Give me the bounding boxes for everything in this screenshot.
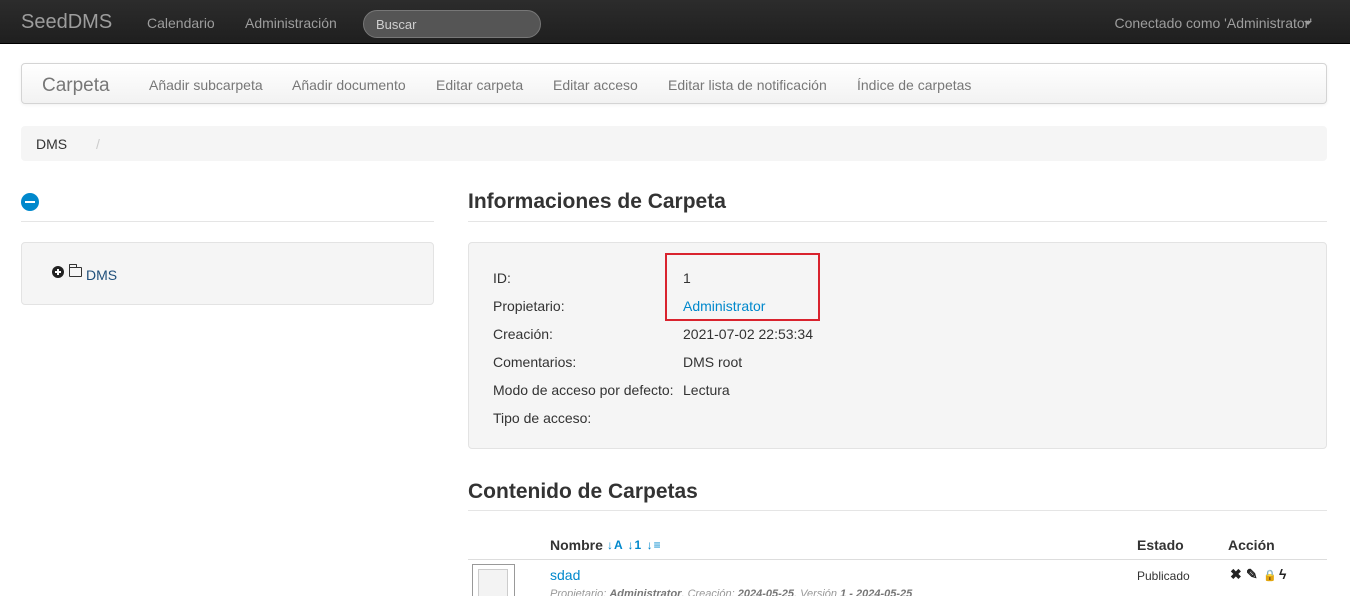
breadcrumb-separator: / — [96, 136, 100, 152]
collapse-icon[interactable] — [21, 193, 39, 211]
top-navbar: SeedDMS Calendario Administración Conect… — [0, 0, 1350, 44]
document-meta: Propietario: Administrator, Creación: 20… — [550, 588, 913, 596]
info-label-owner: Propietario: — [493, 298, 565, 314]
folder-info-panel: ID: 1 Propietario: Administrator Creació… — [468, 242, 1327, 449]
nav-administration[interactable]: Administración — [245, 15, 337, 31]
edit-access-link[interactable]: Editar acceso — [553, 77, 638, 93]
info-label-access-type: Tipo de acceso: — [493, 410, 592, 426]
folder-info-title: Informaciones de Carpeta — [468, 190, 726, 213]
lock-icon[interactable]: 🔒 — [1263, 569, 1277, 582]
expand-plus-icon[interactable] — [52, 266, 64, 278]
edit-notification-list-link[interactable]: Editar lista de notificación — [668, 77, 827, 93]
nav-calendar[interactable]: Calendario — [147, 15, 215, 31]
info-label-comments: Comentarios: — [493, 354, 577, 370]
folder-subnav: Carpeta Añadir subcarpeta Añadir documen… — [21, 63, 1327, 104]
brand-logo[interactable]: SeedDMS — [21, 11, 112, 34]
bolt-icon[interactable]: ϟ — [1279, 566, 1286, 582]
folder-tree: DMS — [21, 242, 434, 305]
info-value-created: 2021-07-02 22:53:34 — [683, 326, 813, 342]
edit-icon[interactable]: ✎ — [1246, 566, 1258, 583]
breadcrumb-item-dms[interactable]: DMS — [36, 136, 67, 152]
user-menu[interactable]: Conectado como 'Administrator' — [1114, 15, 1312, 31]
folder-index-link[interactable]: Índice de carpetas — [857, 77, 971, 93]
subnav-title[interactable]: Carpeta — [42, 75, 110, 97]
divider — [468, 510, 1327, 511]
search-input[interactable] — [363, 10, 541, 38]
chevron-down-icon[interactable] — [1304, 21, 1312, 25]
column-header-action: Acción — [1228, 537, 1275, 553]
divider — [468, 221, 1327, 222]
status-badge: Publicado — [1137, 569, 1190, 583]
add-document-link[interactable]: Añadir documento — [292, 77, 406, 93]
folder-icon — [69, 264, 82, 277]
info-value-default-access: Lectura — [683, 382, 730, 398]
info-label-id: ID: — [493, 270, 511, 286]
delete-icon[interactable]: ✖ — [1230, 566, 1242, 583]
highlight-annotation — [665, 253, 820, 321]
folder-contents-title: Contenido de Carpetas — [468, 480, 698, 503]
sort-icon[interactable]: ↓A ↓1 ↓≡ — [607, 538, 662, 552]
info-label-default-access: Modo de acceso por defecto: — [493, 382, 674, 398]
breadcrumb: DMS / — [21, 126, 1327, 161]
edit-folder-link[interactable]: Editar carpeta — [436, 77, 523, 93]
info-label-created: Creación: — [493, 326, 553, 342]
document-name-link[interactable]: sdad — [550, 567, 580, 583]
info-value-comments: DMS root — [683, 354, 743, 370]
column-header-name: Nombre — [550, 537, 603, 553]
add-subfolder-link[interactable]: Añadir subcarpeta — [149, 77, 263, 93]
column-header-status: Estado — [1137, 537, 1184, 553]
document-thumbnail[interactable] — [472, 564, 515, 596]
table-header-divider — [468, 559, 1327, 560]
divider — [21, 221, 434, 222]
tree-item-dms[interactable]: DMS — [86, 267, 117, 283]
